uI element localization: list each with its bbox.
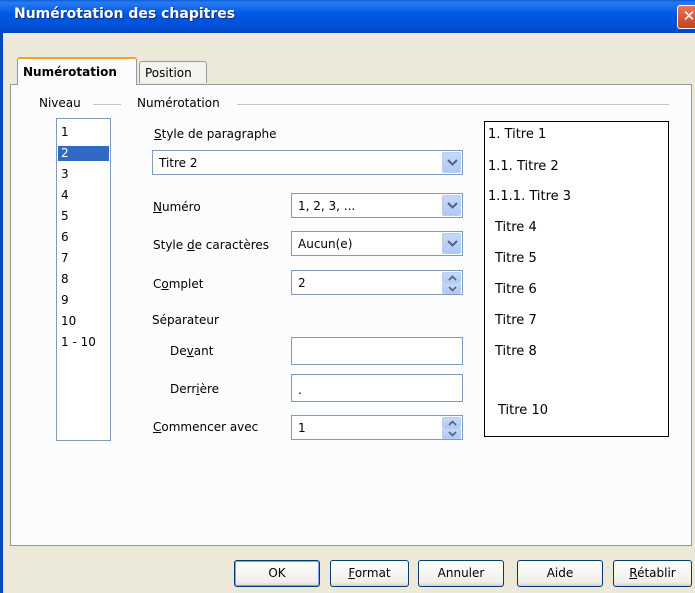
level-item[interactable]: 5	[58, 209, 109, 224]
chevron-down-icon	[447, 202, 458, 209]
level-item[interactable]: 10	[58, 314, 109, 329]
spin-up-button[interactable]	[442, 272, 461, 283]
number-format-dropdown[interactable]: 1, 2, 3, ...	[291, 193, 463, 218]
number-label: Numéro	[153, 200, 201, 214]
tab-position[interactable]: Position	[139, 61, 207, 83]
level-item[interactable]: 8	[58, 272, 109, 287]
help-button[interactable]: Aide	[517, 560, 603, 587]
cancel-button[interactable]: Annuler	[418, 560, 504, 587]
number-format-value: 1, 2, 3, ...	[298, 199, 356, 213]
format-button[interactable]: Format	[330, 560, 409, 587]
ok-button[interactable]: OK	[234, 560, 320, 587]
level-group-line	[93, 104, 121, 105]
chevron-down-icon	[447, 159, 458, 166]
complete-spinbox[interactable]: 2	[291, 270, 463, 295]
spin-down-button[interactable]	[442, 428, 461, 439]
window-title: Numérotation des chapitres	[14, 6, 236, 22]
level-item[interactable]: 1	[58, 125, 109, 140]
after-input[interactable]: .	[291, 374, 463, 402]
paragraph-style-value: Titre 2	[159, 156, 198, 170]
separator-label: Séparateur	[152, 313, 219, 327]
level-item[interactable]: 3	[58, 167, 109, 182]
chevron-down-icon	[447, 240, 458, 247]
chevron-up-icon	[448, 275, 457, 281]
char-style-dropdown[interactable]: Aucun(e)	[291, 231, 463, 256]
chevron-down-icon	[448, 286, 457, 292]
preview-line: Titre 6	[495, 282, 537, 297]
start-label: Commencer avec	[153, 420, 259, 434]
preview-line: Titre 10	[498, 403, 548, 418]
level-group-label: Niveau	[39, 96, 81, 110]
paragraph-style-dropdown[interactable]: Titre 2	[152, 150, 463, 175]
preview-line: Titre 8	[495, 344, 537, 359]
reset-button[interactable]: Rétablir	[613, 560, 692, 587]
preview-line: 1.1. Titre 2	[488, 159, 559, 174]
start-spinbox[interactable]: 1	[291, 415, 463, 440]
preview-line: Titre 5	[495, 251, 537, 266]
title-bar: Numérotation des chapitres ✕	[0, 0, 695, 33]
dropdown-arrow-button[interactable]	[442, 233, 461, 254]
before-input[interactable]	[291, 337, 463, 365]
level-item[interactable]: 4	[58, 188, 109, 203]
close-icon: ✕	[682, 7, 695, 25]
preview-line: 1. Titre 1	[488, 127, 547, 142]
level-item[interactable]: 1 - 10	[58, 335, 109, 350]
level-item[interactable]: 9	[58, 293, 109, 308]
char-style-label: Style de caractères	[153, 238, 270, 252]
numbering-group-line	[237, 104, 669, 105]
preview-line: Titre 7	[495, 313, 537, 328]
spin-down-button[interactable]	[442, 283, 461, 294]
paragraph-style-label: Style de paragraphe	[154, 127, 277, 141]
spin-up-button[interactable]	[442, 417, 461, 428]
start-value: 1	[298, 421, 306, 435]
numbering-preview: 1. Titre 1 1.1. Titre 2 1.1.1. Titre 3 T…	[484, 121, 669, 437]
level-listbox[interactable]: 1 2 3 4 5 6 7 8 9 10 1 - 10	[56, 118, 111, 441]
level-item-selected[interactable]: 2	[58, 146, 109, 161]
chevron-up-icon	[448, 420, 457, 426]
chevron-down-icon	[448, 431, 457, 437]
preview-line: 1.1.1. Titre 3	[488, 189, 572, 204]
after-label: Derrière	[170, 382, 220, 396]
complete-label: Complet	[153, 277, 204, 291]
before-label: Devant	[170, 344, 214, 358]
close-button[interactable]: ✕	[677, 5, 695, 29]
dropdown-arrow-button[interactable]	[442, 195, 461, 216]
numbering-group-label: Numérotation	[137, 96, 220, 110]
level-item[interactable]: 6	[58, 230, 109, 245]
tab-numerotation[interactable]: Numérotation	[17, 57, 137, 85]
level-item[interactable]: 7	[58, 251, 109, 266]
after-value: .	[298, 383, 302, 397]
dropdown-arrow-button[interactable]	[442, 152, 461, 173]
preview-line: Titre 4	[495, 220, 537, 235]
char-style-value: Aucun(e)	[298, 237, 353, 251]
complete-value: 2	[298, 276, 306, 290]
